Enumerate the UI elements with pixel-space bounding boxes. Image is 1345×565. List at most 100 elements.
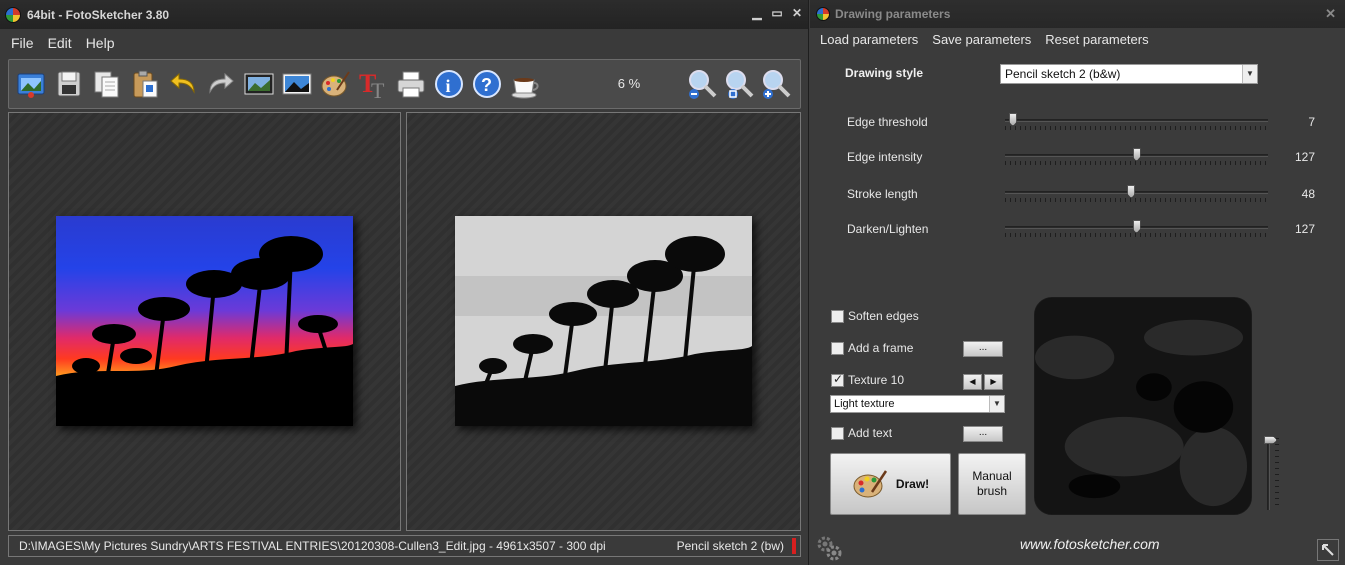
params-close-button[interactable]: ✕ <box>1325 6 1336 22</box>
menu-edit[interactable]: Edit <box>41 35 79 51</box>
frame-browse-button[interactable]: ... <box>963 341 1003 357</box>
undo-button[interactable] <box>166 66 200 102</box>
drawing-parameters-window: Drawing parameters ✕ Load parameters Sav… <box>810 0 1345 565</box>
stroke-length-slider[interactable]: Stroke length 48 <box>847 184 1317 206</box>
texture-type-select[interactable]: Light texture ▼ <box>830 395 1005 413</box>
texture-type-value: Light texture <box>834 398 895 410</box>
zoom-in-button[interactable] <box>759 66 793 102</box>
landscape-button[interactable] <box>280 66 314 102</box>
slider-track[interactable] <box>1005 119 1268 122</box>
save-parameters-menu[interactable]: Save parameters <box>932 32 1031 47</box>
redo-arrow-icon <box>209 72 234 94</box>
slider-ticks <box>1005 161 1268 165</box>
slider-value: 7 <box>1308 115 1315 129</box>
image-settings-button[interactable] <box>242 66 276 102</box>
vertical-slider-ticks <box>1275 438 1279 510</box>
minimize-button[interactable]: ▁ <box>750 6 764 20</box>
slider-thumb[interactable] <box>1008 113 1017 126</box>
texture-prev-button[interactable]: ◀ <box>963 374 982 390</box>
zoom-fit-magnifier-icon <box>726 70 754 99</box>
redo-button[interactable] <box>204 66 238 102</box>
sketch-silhouette-graphic <box>455 216 752 426</box>
fotosketcher-app-icon <box>5 6 21 23</box>
slider-label: Edge threshold <box>847 115 928 129</box>
website-link[interactable]: www.fotosketcher.com <box>1020 536 1160 552</box>
donate-coffee-button[interactable] <box>508 66 542 102</box>
maximize-button[interactable]: ▭ <box>770 6 784 20</box>
load-parameters-menu[interactable]: Load parameters <box>820 32 918 47</box>
printer-icon <box>397 71 425 98</box>
add-text-checkbox[interactable] <box>831 426 844 440</box>
chevron-down-icon[interactable]: ▼ <box>1242 65 1257 83</box>
add-text-button[interactable]: TT <box>356 66 390 102</box>
darken-lighten-slider[interactable]: Darken/Lighten 127 <box>847 219 1317 241</box>
texture-checkbox[interactable] <box>831 372 844 387</box>
soften-edges-option[interactable]: Soften edges <box>831 309 919 323</box>
paint-palette-icon <box>853 470 887 498</box>
chevron-down-icon[interactable]: ▼ <box>989 396 1004 412</box>
slider-value: 48 <box>1301 187 1315 201</box>
expand-arrow-icon <box>1322 544 1334 556</box>
help-button[interactable]: ? <box>470 66 504 102</box>
main-window: 64bit - FotoSketcher 3.80 ▁ ▭ ✕ File Edi… <box>0 0 809 565</box>
text-t-icon: TT <box>359 69 385 100</box>
help-question-icon: ? <box>473 70 501 98</box>
close-button[interactable]: ✕ <box>790 6 804 20</box>
slider-track[interactable] <box>1005 191 1268 194</box>
preview-zoom-slider[interactable] <box>1264 436 1281 512</box>
menu-file[interactable]: File <box>4 35 41 51</box>
text-browse-button[interactable]: ... <box>963 426 1003 442</box>
zoom-out-button[interactable] <box>685 66 719 102</box>
preview-thumbnail[interactable] <box>1034 297 1252 515</box>
menu-help[interactable]: Help <box>79 35 122 51</box>
paste-button[interactable] <box>128 66 162 102</box>
slider-ticks <box>1005 198 1268 202</box>
toolbar: TT i ? 6 % <box>8 59 801 109</box>
print-button[interactable] <box>394 66 428 102</box>
soften-edges-checkbox[interactable] <box>831 309 844 323</box>
drawing-style-value: Pencil sketch 2 (b&w) <box>1005 67 1121 81</box>
slider-ticks <box>1005 233 1268 237</box>
status-indicator <box>792 538 796 554</box>
texture-next-button[interactable]: ▶ <box>984 374 1003 390</box>
zoom-fit-button[interactable] <box>722 66 756 102</box>
vertical-slider-track[interactable] <box>1267 438 1270 510</box>
open-image-icon <box>17 73 45 98</box>
slider-label: Edge intensity <box>847 150 923 164</box>
info-button[interactable]: i <box>432 66 466 102</box>
edge-intensity-slider[interactable]: Edge intensity 127 <box>847 147 1317 169</box>
slider-label: Stroke length <box>847 187 918 201</box>
reset-parameters-menu[interactable]: Reset parameters <box>1045 32 1148 47</box>
slider-thumb[interactable] <box>1132 220 1141 233</box>
status-file-path: D:\IMAGES\My Pictures Sundry\ARTS FESTIV… <box>19 539 606 553</box>
paste-clipboard-icon <box>133 70 158 98</box>
add-frame-option[interactable]: Add a frame <box>831 341 913 355</box>
palette-button[interactable] <box>318 66 352 102</box>
zoom-out-magnifier-icon <box>689 70 717 99</box>
edge-threshold-slider[interactable]: Edge threshold 7 <box>847 112 1317 134</box>
gear-icon[interactable] <box>815 534 843 562</box>
params-menu-bar: Load parameters Save parameters Reset pa… <box>810 29 1163 49</box>
zoom-in-magnifier-icon <box>763 70 791 99</box>
paint-palette-icon <box>321 71 350 97</box>
main-titlebar: 64bit - FotoSketcher 3.80 ▁ ▭ ✕ <box>0 0 808 29</box>
drawing-style-select[interactable]: Pencil sketch 2 (b&w) ▼ <box>1000 64 1258 84</box>
copy-icon <box>94 71 119 98</box>
add-frame-checkbox[interactable] <box>831 341 844 355</box>
coffee-cup-icon <box>511 78 539 99</box>
texture-label: Texture 10 <box>848 373 905 387</box>
slider-value: 127 <box>1294 150 1315 164</box>
add-text-option[interactable]: Add text <box>831 426 892 440</box>
manual-brush-button[interactable]: Manual brush <box>958 453 1026 515</box>
slider-thumb[interactable] <box>1132 148 1141 161</box>
save-button[interactable] <box>52 66 86 102</box>
texture-option[interactable]: Texture 10 <box>831 372 905 387</box>
original-photo <box>56 216 353 426</box>
params-title: Drawing parameters <box>835 7 951 21</box>
add-frame-label: Add a frame <box>848 341 914 355</box>
copy-button[interactable] <box>90 66 124 102</box>
draw-button[interactable]: Draw! <box>830 453 951 515</box>
slider-thumb[interactable] <box>1127 185 1136 198</box>
expand-button[interactable] <box>1317 539 1339 561</box>
open-image-button[interactable] <box>14 66 48 102</box>
